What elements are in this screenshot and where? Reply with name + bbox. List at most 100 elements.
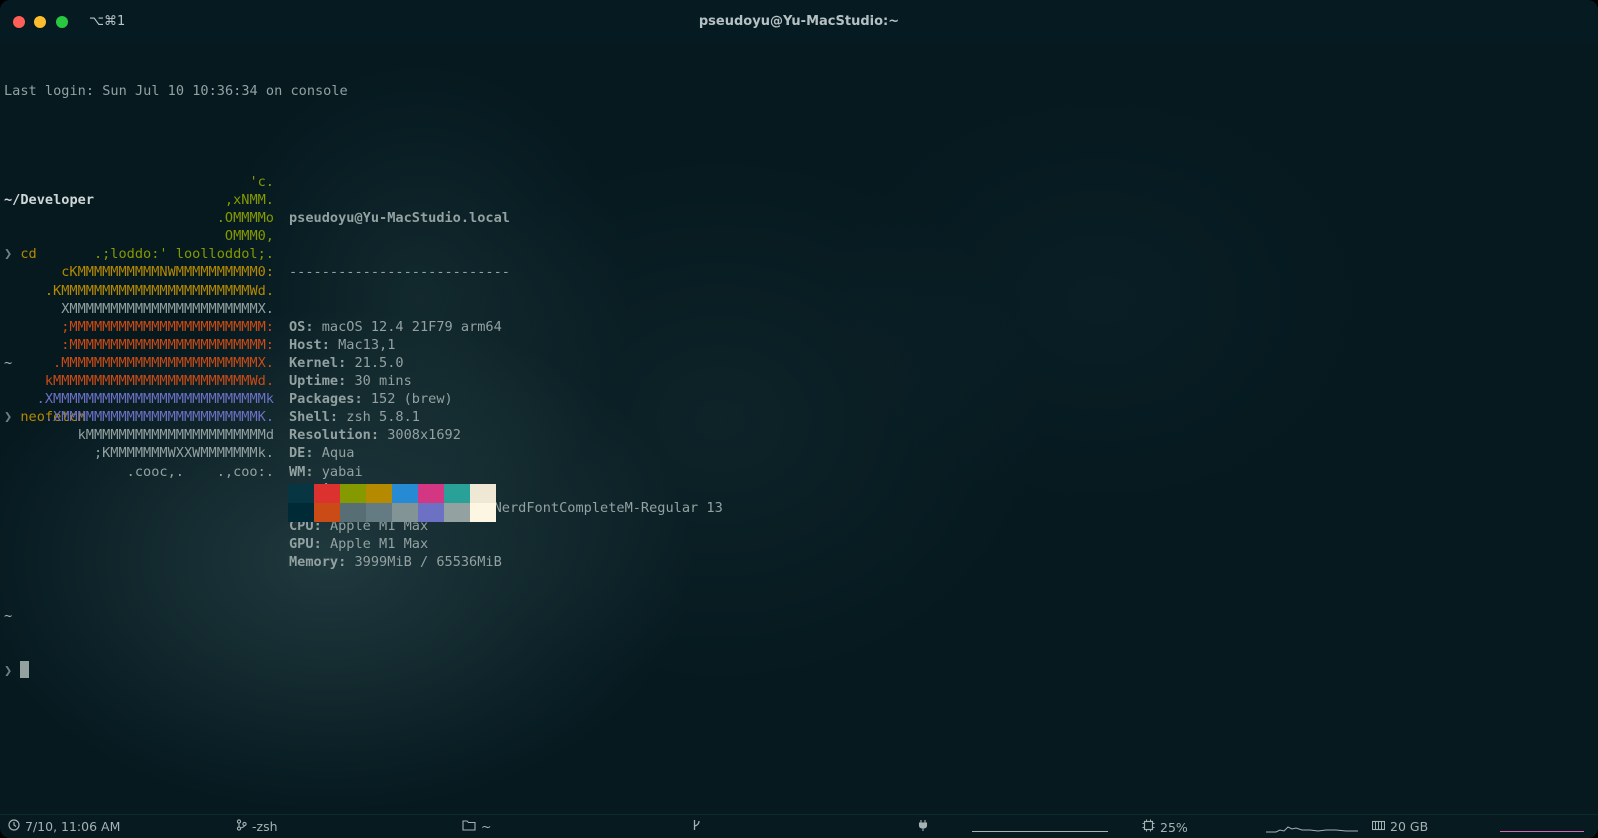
color-swatch <box>392 484 418 503</box>
info-row: Resolution: 3008x1692 <box>289 427 461 444</box>
color-swatch <box>314 503 340 522</box>
logo-line: ;MMMMMMMMMMMMMMMMMMMMMMMM: <box>61 318 274 335</box>
status-folder[interactable]: ~ <box>462 819 491 834</box>
status-memory[interactable]: 20 GB <box>1371 819 1429 834</box>
color-swatch <box>470 484 496 503</box>
active-prompt-line[interactable]: ❯ <box>4 661 53 679</box>
plug-icon <box>918 819 928 835</box>
logo-line: ;KMMMMMMMWXXWMMMMMMMk. <box>93 445 274 462</box>
window-title: pseudoyu@Yu-MacStudio:~ <box>698 14 900 29</box>
info-key: OS <box>289 318 306 335</box>
info-row: OS: macOS 12.4 21F79 arm64 <box>289 318 502 335</box>
color-swatch <box>366 503 392 522</box>
color-swatch <box>444 484 470 503</box>
info-value: Apple M1 Max <box>329 535 429 552</box>
logo-line: .XMMMMMMMMMMMMMMMMMMMMMMMMK. <box>44 409 274 426</box>
info-row: Memory: 3999MiB / 65536MiB <box>289 553 502 570</box>
logo-line: .;loddo:' loolloddol;. <box>93 246 274 263</box>
datetime-text: 7/10, 11:06 AM <box>25 819 121 834</box>
info-key: Host <box>289 336 322 353</box>
info-key: Resolution <box>289 427 371 444</box>
logo-line: .XMMMMMMMMMMMMMMMMMMMMMMMMMMk <box>36 391 274 408</box>
folder-text: ~ <box>481 819 492 834</box>
text-cursor <box>20 661 30 679</box>
user-host: pseudoyu@Yu-MacStudio.local <box>289 210 510 227</box>
info-value: Mac13,1 <box>338 336 396 353</box>
memory-graph <box>1500 831 1584 832</box>
logo-line: .MMMMMMMMMMMMMMMMMMMMMMMMX. <box>53 354 274 371</box>
color-swatch <box>366 484 392 503</box>
info-value: zsh 5.8.1 <box>346 409 420 426</box>
logo-line: .cooc,. .,coo:. <box>126 463 274 480</box>
color-swatch <box>470 503 496 522</box>
separator: --------------------------- <box>289 264 510 281</box>
color-swatch <box>340 503 366 522</box>
info-value: macOS 12.4 21F79 arm64 <box>321 318 502 335</box>
info-row: Uptime: 30 mins <box>289 373 412 390</box>
info-value: Aqua <box>321 445 355 462</box>
color-swatch <box>288 503 314 522</box>
neofetch-output: 'c. ,xNMM. .OMMMMo OMMM0, .;loddo:' loollodd… <box>4 173 1004 570</box>
logo-line: kMMMMMMMMMMMMMMMMMMMMMMMMWd. <box>44 373 274 390</box>
info-row: Host: Mac13,1 <box>289 336 396 353</box>
branch-icon <box>236 819 247 834</box>
status-datetime[interactable]: 7/10, 11:06 AM <box>8 819 120 834</box>
status-bar: 7/10, 11:06 AM -zsh ~ 25% 20 GB <box>0 814 1598 838</box>
status-shell[interactable]: -zsh <box>236 819 278 834</box>
color-palette <box>288 484 496 522</box>
logo-line: ,xNMM. <box>224 192 274 209</box>
info-key: DE <box>289 445 306 462</box>
logo-line: cKMMMMMMMMMMNWMMMMMMMMMM0: <box>61 264 274 281</box>
terminal-window: ⌥⌘1 pseudoyu@Yu-MacStudio:~ Last login: … <box>0 0 1598 838</box>
git-branch-icon <box>692 819 701 834</box>
memory-icon <box>1371 820 1386 834</box>
info-row: WM: yabai <box>289 463 363 480</box>
color-swatch <box>444 503 470 522</box>
info-value: 3999MiB / 65536MiB <box>354 553 502 570</box>
info-value: 30 mins <box>354 373 412 390</box>
shell-text: -zsh <box>252 819 278 834</box>
color-swatch <box>340 484 366 503</box>
info-key: WM <box>289 463 306 480</box>
prompt-symbol: ❯ <box>4 663 13 680</box>
cpu-icon <box>1142 819 1155 835</box>
directory-line: ~ <box>4 608 13 625</box>
power-graph <box>972 831 1108 832</box>
color-swatch <box>288 484 314 503</box>
color-swatch <box>418 484 444 503</box>
logo-line: OMMM0, <box>224 228 274 245</box>
logo-line: :MMMMMMMMMMMMMMMMMMMMMMMM: <box>61 336 274 353</box>
cpu-sparkline <box>1266 826 1358 833</box>
info-key: Packages <box>289 391 355 408</box>
info-row: Kernel: 21.5.0 <box>289 354 404 371</box>
info-key: Shell <box>289 409 330 426</box>
info-key: Uptime <box>289 373 339 390</box>
logo-line: .KMMMMMMMMMMMMMMMMMMMMMMMWd. <box>44 282 274 299</box>
color-swatch <box>392 503 418 522</box>
logo-line: 'c. <box>249 174 274 190</box>
folder-icon <box>462 819 476 834</box>
info-value: 21.5.0 <box>354 354 404 371</box>
terminal-output[interactable]: Last login: Sun Jul 10 10:36:34 on conso… <box>4 46 1594 806</box>
cpu-text: 25% <box>1160 819 1188 835</box>
info-value: 152 (brew) <box>370 391 453 408</box>
apple-ascii-logo: 'c. ,xNMM. .OMMMMo OMMM0, .;loddo:' loollodd… <box>4 173 274 481</box>
system-info: pseudoyu@Yu-MacStudio.local ------------… <box>289 173 989 607</box>
memory-text: 20 GB <box>1390 819 1429 834</box>
logo-line: .OMMMMo <box>216 210 274 227</box>
last-login-line: Last login: Sun Jul 10 10:36:34 on conso… <box>4 83 348 100</box>
info-key: Kernel <box>289 354 339 371</box>
info-row: Packages: 152 (brew) <box>289 391 453 408</box>
info-value: 3008x1692 <box>387 427 461 444</box>
status-cpu[interactable]: 25% <box>1142 819 1188 835</box>
info-row: DE: Aqua <box>289 445 355 462</box>
info-value: yabai <box>321 463 363 480</box>
info-key: GPU <box>289 535 314 552</box>
info-key: Memory <box>289 553 339 570</box>
title-bar: ⌥⌘1 pseudoyu@Yu-MacStudio:~ <box>0 0 1598 44</box>
info-row: Shell: zsh 5.8.1 <box>289 409 420 426</box>
status-git[interactable] <box>692 819 701 834</box>
color-swatch <box>418 503 444 522</box>
status-power[interactable] <box>918 819 928 835</box>
color-swatch <box>314 484 340 503</box>
